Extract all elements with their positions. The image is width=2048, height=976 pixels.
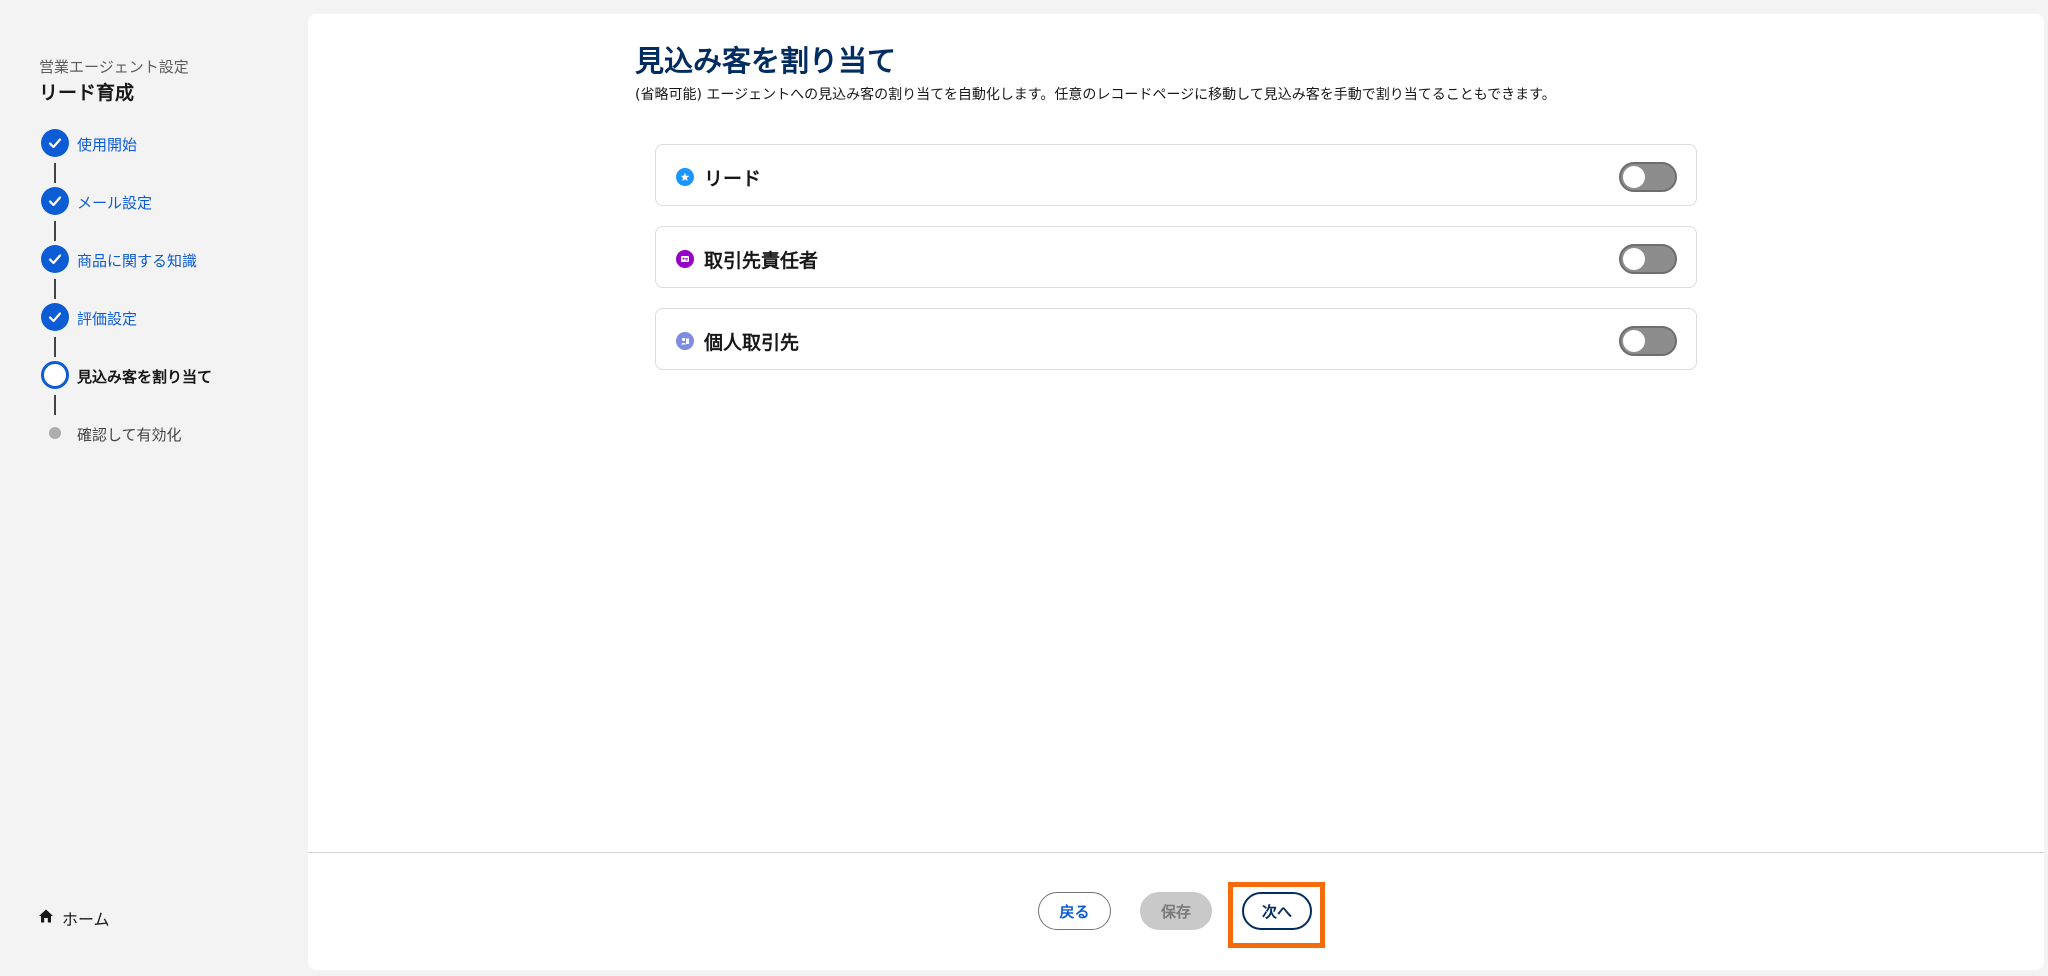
step-label: 確認して有効化	[77, 426, 182, 444]
toggle-knob	[1623, 166, 1645, 188]
sidebar: 営業エージェント設定 リード育成 使用開始 メール設定 商品に関する知識 評価設…	[0, 0, 308, 976]
home-icon	[38, 908, 54, 928]
step-assign-prospects[interactable]: 見込み客を割り当て	[41, 361, 301, 389]
step-connector	[54, 221, 56, 241]
check-icon	[41, 303, 69, 331]
object-card-contact: 取引先責任者	[655, 226, 1697, 288]
sidebar-subtitle: 営業エージェント設定	[39, 58, 189, 76]
card-label: 取引先責任者	[704, 250, 819, 272]
contact-toggle[interactable]	[1619, 244, 1677, 274]
object-card-person-account: 個人取引先	[655, 308, 1697, 370]
step-product-knowledge[interactable]: 商品に関する知識	[41, 245, 301, 273]
step-label: 商品に関する知識	[77, 252, 198, 270]
home-label: ホーム	[62, 910, 110, 929]
check-icon	[41, 187, 69, 215]
lead-toggle[interactable]	[1619, 162, 1677, 192]
object-card-lead: リード	[655, 144, 1697, 206]
next-button[interactable]: 次へ	[1242, 892, 1312, 930]
step-label: 見込み客を割り当て	[77, 368, 213, 386]
toggle-knob	[1623, 248, 1645, 270]
step-connector	[54, 163, 56, 183]
step-review-activate[interactable]: 確認して有効化	[41, 419, 301, 447]
check-icon	[41, 129, 69, 157]
page-title: 見込み客を割り当て	[635, 44, 897, 78]
page-description: (省略可能) エージェントへの見込み客の割り当てを自動化します。任意のレコードペ…	[635, 87, 1556, 103]
step-label: メール設定	[77, 194, 153, 212]
step-label: 評価設定	[77, 310, 138, 328]
current-step-icon	[41, 361, 69, 389]
sidebar-title: リード育成	[39, 82, 135, 104]
step-email-settings[interactable]: メール設定	[41, 187, 301, 215]
person-account-toggle[interactable]	[1619, 326, 1677, 356]
lead-icon	[676, 168, 694, 186]
contact-icon	[676, 250, 694, 268]
step-connector	[54, 337, 56, 357]
step-connector	[54, 395, 56, 415]
back-button[interactable]: 戻る	[1038, 892, 1111, 930]
toggle-knob	[1623, 330, 1645, 352]
footer-divider	[308, 852, 2044, 853]
step-get-started[interactable]: 使用開始	[41, 129, 301, 157]
save-button[interactable]: 保存	[1140, 892, 1212, 930]
step-scoring-settings[interactable]: 評価設定	[41, 303, 301, 331]
step-label: 使用開始	[77, 136, 138, 154]
check-icon	[41, 245, 69, 273]
step-connector	[54, 279, 56, 299]
main-panel: 見込み客を割り当て (省略可能) エージェントへの見込み客の割り当てを自動化しま…	[308, 14, 2044, 970]
home-link[interactable]: ホーム	[38, 906, 110, 930]
card-label: リード	[704, 168, 762, 190]
card-label: 個人取引先	[704, 332, 800, 354]
pending-step-icon	[41, 419, 69, 447]
person-account-icon	[676, 332, 694, 350]
